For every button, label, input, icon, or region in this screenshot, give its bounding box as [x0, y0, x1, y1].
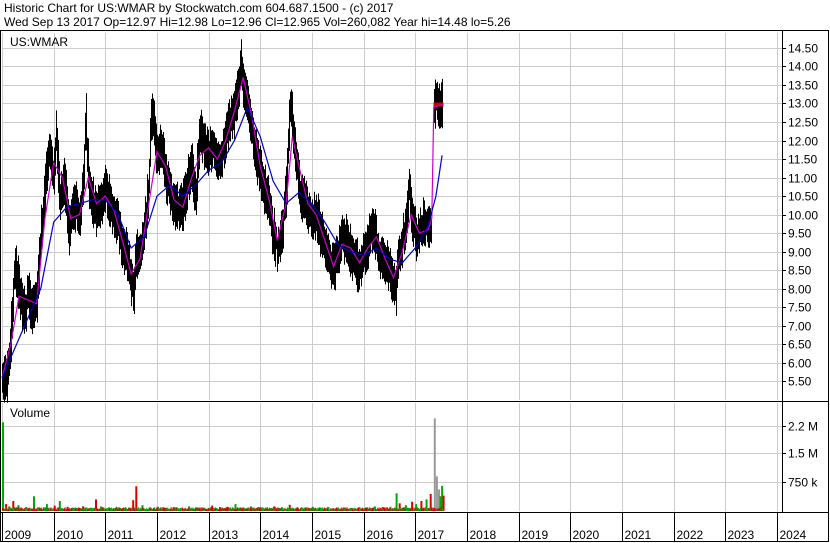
y-tick-label: 5.50 [788, 375, 812, 389]
x-tick-label: 2022 [677, 528, 704, 542]
volume-bar [135, 486, 138, 511]
y-tick-label: 12.00 [788, 135, 818, 149]
volume-tick-label: 1.5 M [788, 447, 818, 461]
y-tick-label: 7.50 [788, 301, 812, 315]
y-tick-label: 8.50 [788, 264, 812, 278]
x-tick-label: 2010 [57, 528, 84, 542]
y-tick-label: 13.00 [788, 97, 818, 111]
y-tick-label: 9.50 [788, 227, 812, 241]
x-tick-label: 2020 [573, 528, 600, 542]
x-tick-label: 2023 [728, 528, 755, 542]
x-tick-label: 2009 [5, 528, 32, 542]
volume-panel-title: Volume [10, 406, 51, 420]
y-tick-label: 13.50 [788, 79, 818, 93]
y-tick-label: 14.50 [788, 42, 818, 56]
y-tick-label: 10.50 [788, 190, 818, 204]
y-tick-label: 12.50 [788, 116, 818, 130]
y-tick-label: 6.50 [788, 338, 812, 352]
x-tick-label: 2012 [160, 528, 187, 542]
volume-bar [435, 476, 438, 511]
chart-canvas: 2009 2010 2011 2012 2013 2014 2015 2016 2017 2018… [0, 30, 829, 542]
volume-bar [433, 418, 436, 511]
y-tick-label: 11.50 [788, 153, 817, 167]
x-tick-label: 2015 [315, 528, 342, 542]
y-tick-label: 9.00 [788, 246, 812, 260]
y-tick-label: 11.00 [788, 172, 817, 186]
x-tick-label: 2014 [263, 528, 290, 542]
y-tick-label: 10.00 [788, 209, 818, 223]
price-panel-title: US:WMAR [10, 35, 68, 49]
volume-tick-label: 750 k [788, 476, 818, 490]
volume-bar [443, 508, 445, 511]
chart-frame [0, 30, 829, 542]
x-tick-label: 2011 [108, 528, 134, 542]
volume-bar [2, 422, 4, 511]
volume-tick-label: 2.2 M [788, 420, 818, 434]
x-tick-label: 2018 [470, 528, 497, 542]
y-tick-label: 14.00 [788, 60, 818, 74]
x-tick-label: 2013 [212, 528, 239, 542]
stock-chart: Historic Chart for US:WMAR by Stockwatch… [0, 0, 830, 543]
x-tick-label: 2016 [367, 528, 394, 542]
y-tick-label: 8.00 [788, 283, 812, 297]
x-tick-label: 2019 [522, 528, 549, 542]
x-tick-label: 2017 [418, 528, 445, 542]
x-tick-label: 2021 [625, 528, 652, 542]
x-tick-label: 2024 [780, 528, 807, 542]
y-tick-label: 7.00 [788, 320, 812, 334]
y-tick-label: 6.00 [788, 357, 812, 371]
